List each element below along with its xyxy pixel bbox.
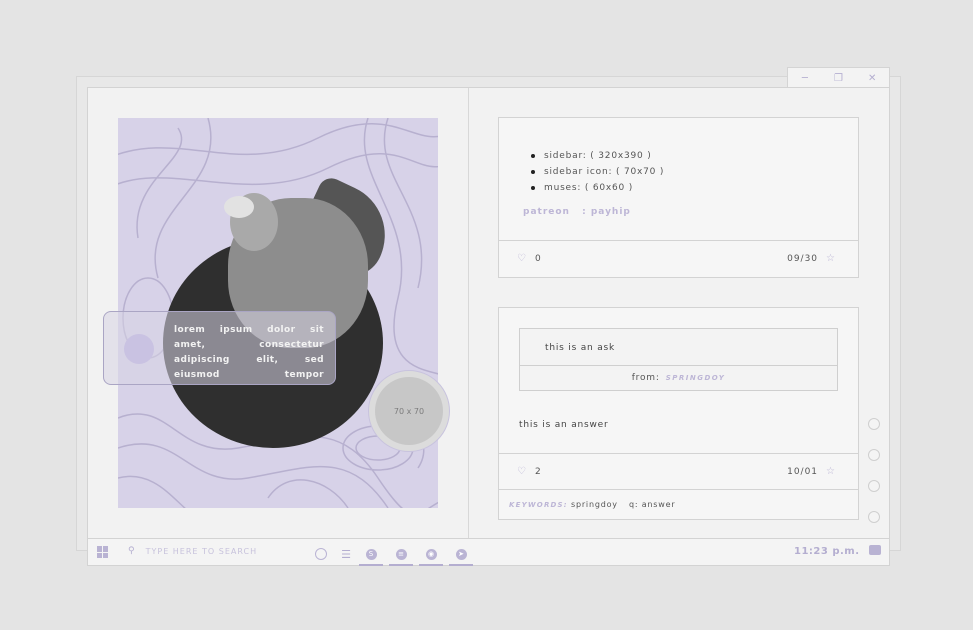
patreon-link[interactable]: patreon xyxy=(523,207,570,217)
from-label: from: xyxy=(631,373,660,383)
windows-start-icon[interactable] xyxy=(97,546,109,558)
keyword-tag[interactable]: q: answer xyxy=(629,500,675,509)
star-icon[interactable]: ☆ xyxy=(826,253,836,264)
minimize-icon[interactable]: ─ xyxy=(795,71,815,85)
list-item: sidebar icon: ( 70x70 ) xyxy=(530,164,664,180)
muse-dot[interactable] xyxy=(868,511,880,523)
search-placeholder: TYPE HERE TO SEARCH xyxy=(145,546,258,556)
ask-date: 10/01 xyxy=(787,466,819,477)
muse-dot[interactable] xyxy=(868,418,880,430)
cortana-circle-icon[interactable] xyxy=(309,543,333,565)
ask-from: from: SPRINGDOY xyxy=(520,365,837,391)
ask-question: this is an ask xyxy=(545,343,616,353)
orb-icon xyxy=(124,334,154,364)
heart-icon[interactable]: ♡ xyxy=(517,466,526,477)
post-links: patreon : payhip xyxy=(523,207,639,217)
ask-card: this is an ask from: SPRINGDOY this is an… xyxy=(498,307,859,520)
close-icon[interactable]: ✕ xyxy=(862,71,882,85)
settings-sliders-icon[interactable]: ☰ xyxy=(334,543,358,565)
notifications-icon[interactable] xyxy=(869,545,881,555)
photo-flower xyxy=(224,196,254,218)
spotify-icon[interactable]: ≡ xyxy=(389,543,413,566)
keyword-tag[interactable]: springdoy xyxy=(571,500,618,509)
like-count: 2 xyxy=(534,466,541,477)
sidebar-icon-placeholder: 70 x 70 xyxy=(375,377,443,445)
post-card: sidebar: ( 320x390 ) sidebar icon: ( 70x… xyxy=(498,117,859,278)
muse-dots xyxy=(868,418,880,539)
star-icon[interactable]: ☆ xyxy=(826,466,836,477)
ask-box: this is an ask from: SPRINGDOY xyxy=(519,328,838,391)
muse-dot[interactable] xyxy=(868,480,880,492)
ask-answer: this is an answer xyxy=(519,420,609,430)
skype-icon[interactable]: S xyxy=(359,543,383,566)
glass-text-box: lorem ipsum dolor sit amet, consectetur … xyxy=(103,311,336,385)
like-count: 0 xyxy=(534,253,541,264)
post-date: 09/30 xyxy=(787,253,819,264)
list-item: muses: ( 60x60 ) xyxy=(530,180,664,196)
taskbar: ⚲ TYPE HERE TO SEARCH ☰ S ≡ ◉ ➤ 11:23 p.… xyxy=(87,538,890,566)
from-user[interactable]: SPRINGDOY xyxy=(666,374,726,382)
column-divider xyxy=(468,88,469,539)
spec-list: sidebar: ( 320x390 ) sidebar icon: ( 70x… xyxy=(530,148,664,196)
keywords-row: KEYWORDS: springdoy q: answer xyxy=(499,489,858,520)
window-controls: ─ ❐ ✕ xyxy=(787,67,890,89)
chrome-icon[interactable]: ◉ xyxy=(419,543,443,566)
heart-icon[interactable]: ♡ xyxy=(517,253,526,264)
muse-dot[interactable] xyxy=(868,449,880,461)
search-icon: ⚲ xyxy=(128,546,136,556)
clock[interactable]: 11:23 p.m. xyxy=(794,546,860,557)
post-footer: ♡ 0 09/30 ☆ xyxy=(499,240,858,277)
glass-text: lorem ipsum dolor sit amet, consectetur … xyxy=(174,325,324,380)
list-item: sidebar: ( 320x390 ) xyxy=(530,148,664,164)
sidebar-icon-frame: 70 x 70 xyxy=(368,370,450,452)
telegram-icon[interactable]: ➤ xyxy=(449,543,473,566)
main-window: lorem ipsum dolor sit amet, consectetur … xyxy=(87,87,890,540)
ask-footer: ♡ 2 10/01 ☆ xyxy=(499,453,858,490)
taskbar-search[interactable]: ⚲ TYPE HERE TO SEARCH xyxy=(128,546,257,556)
restore-icon[interactable]: ❐ xyxy=(828,71,848,85)
payhip-link[interactable]: : payhip xyxy=(582,207,631,217)
keywords-label: KEYWORDS: xyxy=(509,501,568,509)
